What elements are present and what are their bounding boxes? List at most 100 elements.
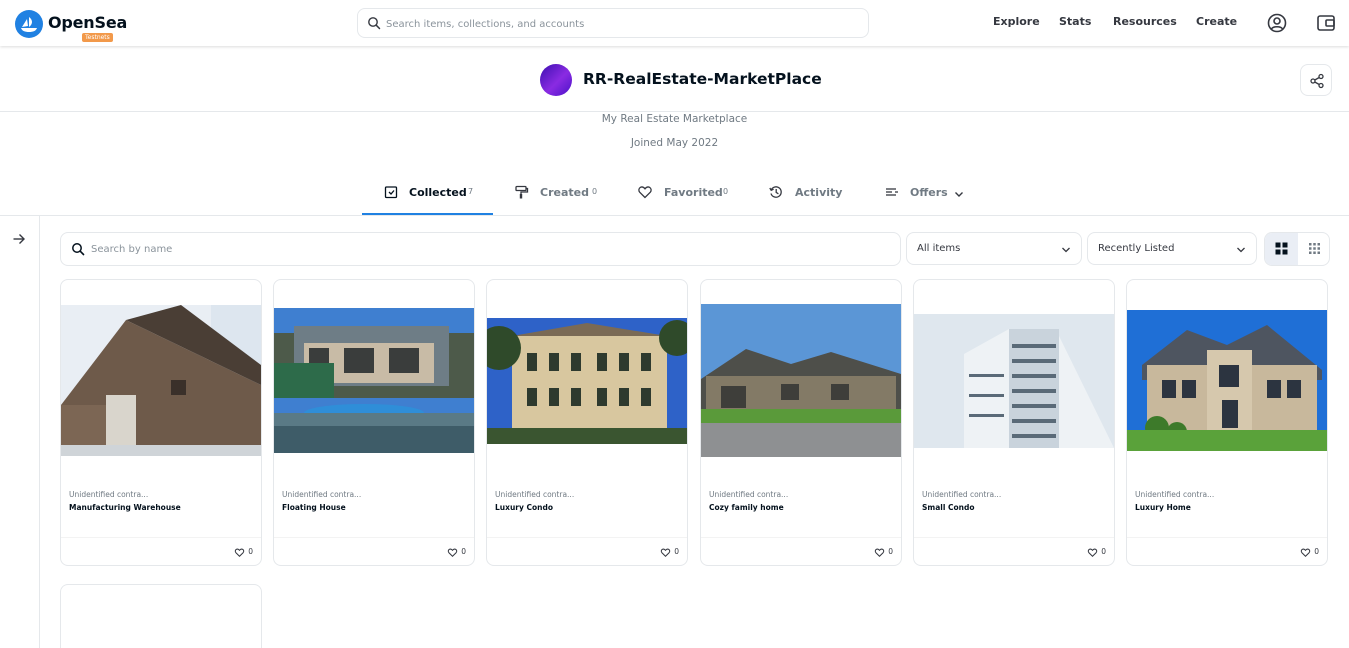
nft-card[interactable]: Unidentified contra... Small Condo 0 (913, 279, 1115, 566)
share-button[interactable] (1300, 64, 1332, 96)
chevron-down-icon (955, 192, 963, 197)
tab-collected-count: 7 (468, 187, 474, 196)
tab-activity[interactable]: Activity (766, 176, 856, 216)
item-title: Floating House (282, 503, 346, 512)
collected-icon (384, 186, 398, 199)
item-title: Luxury Condo (495, 503, 554, 512)
heart-icon[interactable] (1300, 547, 1311, 558)
nft-card[interactable]: Unidentified contra... Cozy family home … (700, 279, 902, 566)
card-footer: 0 (701, 537, 901, 565)
card-footer: 0 (274, 537, 474, 565)
testnets-badge: Testnets (82, 33, 113, 42)
nft-image-container (701, 280, 901, 480)
item-search (60, 232, 901, 266)
search-icon (368, 17, 381, 30)
chevron-down-icon (1237, 247, 1245, 253)
nft-card[interactable]: Unidentified contra... Luxury Home 0 (1126, 279, 1328, 566)
large-grid-button[interactable] (1265, 233, 1298, 265)
tab-created-label: Created (540, 186, 589, 199)
nft-image (914, 314, 1114, 448)
collection-name[interactable]: Unidentified contra... (922, 490, 1001, 499)
nft-image-container (61, 280, 261, 480)
card-footer: 0 (487, 537, 687, 565)
wallet-icon[interactable] (1315, 12, 1337, 34)
tab-created[interactable]: Created 0 (510, 176, 610, 216)
favorite-count: 0 (888, 547, 893, 556)
nft-image (274, 308, 474, 453)
nav-stats[interactable]: Stats (1059, 15, 1091, 28)
nft-image-container (274, 280, 474, 480)
nav-create[interactable]: Create (1196, 15, 1237, 28)
heart-icon[interactable] (874, 547, 885, 558)
grid-large-icon (1275, 242, 1288, 255)
nav-explore[interactable]: Explore (993, 15, 1040, 28)
collection-name[interactable]: Unidentified contra... (69, 490, 148, 499)
collection-name[interactable]: Unidentified contra... (495, 490, 574, 499)
nav-resources[interactable]: Resources (1113, 15, 1177, 28)
nft-image (487, 318, 687, 444)
heart-icon[interactable] (447, 547, 458, 558)
tab-collected-label: Collected (409, 186, 467, 199)
collection-name[interactable]: Unidentified contra... (1135, 490, 1214, 499)
tab-offers-label: Offers (910, 186, 948, 199)
global-search-input[interactable] (386, 15, 856, 33)
card-footer: 0 (914, 537, 1114, 565)
favorite-count: 0 (674, 547, 679, 556)
items-filter-select[interactable]: All items (906, 232, 1082, 265)
small-grid-button[interactable] (1298, 233, 1329, 265)
tab-offers[interactable]: Offers (883, 176, 973, 216)
profile-name: RR-RealEstate-MarketPlace (583, 70, 822, 88)
tab-activity-label: Activity (795, 186, 843, 199)
nft-image (1127, 310, 1327, 451)
nft-card[interactable] (60, 584, 262, 648)
nft-image-container (487, 280, 687, 480)
heart-icon[interactable] (660, 547, 671, 558)
nft-card[interactable]: Unidentified contra... Floating House 0 (273, 279, 475, 566)
nft-image-container (914, 280, 1114, 480)
item-title: Manufacturing Warehouse (69, 503, 181, 512)
heart-icon[interactable] (1087, 547, 1098, 558)
brand-name[interactable]: OpenSea (48, 13, 127, 32)
card-footer: 0 (61, 537, 261, 565)
items-filter-value: All items (917, 243, 961, 254)
profile-tabs: Collected 7 Created 0 Favorited 0 Activi… (0, 176, 1349, 216)
item-title: Small Condo (922, 503, 975, 512)
heart-icon[interactable] (234, 547, 245, 558)
search-icon (72, 243, 85, 256)
collection-name[interactable]: Unidentified contra... (282, 490, 361, 499)
item-title: Luxury Home (1135, 503, 1191, 512)
profile-header: RR-RealEstate-MarketPlace (0, 47, 1349, 112)
sort-value: Recently Listed (1098, 243, 1175, 254)
offers-icon (886, 188, 898, 196)
arrow-right-icon[interactable] (11, 231, 27, 247)
sort-select[interactable]: Recently Listed (1087, 232, 1257, 265)
tab-favorited-count: 0 (723, 187, 729, 196)
activity-icon (769, 186, 782, 198)
nft-image-container (1127, 280, 1327, 480)
tab-created-count: 0 (592, 187, 598, 196)
grid-small-icon (1309, 243, 1320, 254)
nft-image (701, 304, 901, 457)
item-search-input[interactable] (91, 241, 891, 258)
tab-collected[interactable]: Collected 7 (362, 176, 493, 215)
grid-view-toggle (1264, 232, 1330, 266)
heart-icon (638, 186, 652, 199)
profile-bio: My Real Estate Marketplace (601, 113, 748, 125)
top-navigation: OpenSea Testnets Explore Stats Resources… (0, 0, 1349, 46)
global-search (357, 8, 869, 38)
favorite-count: 0 (461, 547, 466, 556)
filter-sidebar (0, 216, 40, 648)
share-icon (1310, 73, 1324, 89)
profile-icon[interactable] (1266, 12, 1288, 34)
tab-favorited[interactable]: Favorited 0 (634, 176, 744, 216)
favorite-count: 0 (248, 547, 253, 556)
opensea-logo-icon[interactable] (15, 10, 43, 38)
tab-favorited-label: Favorited (664, 186, 723, 199)
collection-name[interactable]: Unidentified contra... (709, 490, 788, 499)
nft-card[interactable]: Unidentified contra... Luxury Condo 0 (486, 279, 688, 566)
item-title: Cozy family home (709, 503, 784, 512)
chevron-down-icon (1062, 247, 1070, 253)
favorite-count: 0 (1314, 547, 1319, 556)
card-footer: 0 (1127, 537, 1327, 565)
nft-card[interactable]: Unidentified contra... Manufacturing War… (60, 279, 262, 566)
